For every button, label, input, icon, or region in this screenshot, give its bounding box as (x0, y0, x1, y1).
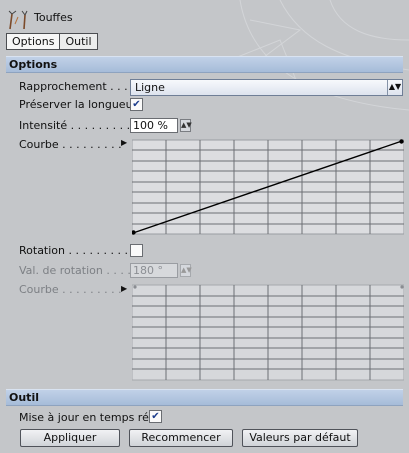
courbe-label: Courbe . . . . . . . . . (19, 138, 122, 151)
rapprochement-label: Rapprochement . . . . (19, 80, 135, 93)
courbe2-start-point (133, 285, 137, 289)
reset-button[interactable]: Recommencer (129, 429, 233, 447)
intensite-label: Intensité . . . . . . . . . . (19, 119, 138, 132)
rotation-label: Rotation . . . . . . . . . . (19, 244, 135, 257)
courbe2-graph[interactable] (132, 284, 404, 381)
tool-title: Touffes (34, 11, 73, 24)
preserver-checkbox[interactable]: ✔ (130, 98, 143, 111)
expand-triangle-icon[interactable]: ▶ (121, 284, 127, 294)
intensite-spinner[interactable]: ▲▼ (180, 119, 192, 132)
courbe-graph[interactable] (132, 139, 404, 235)
realtime-label: Mise à jour en temps réel (19, 411, 159, 424)
rapprochement-value: Ligne (135, 81, 165, 94)
intensite-input[interactable]: 100 % (130, 118, 178, 133)
val-rotation-input[interactable]: 180 ° (130, 263, 178, 278)
courbe2-label: Courbe . . . . . . . . . (19, 283, 122, 296)
checkmark-icon: ✔ (151, 411, 160, 422)
rotation-checkbox[interactable] (130, 244, 143, 257)
courbe-end-point[interactable] (399, 139, 404, 144)
val-rotation-label: Val. de rotation . . . . . (19, 264, 138, 277)
updown-arrows-icon: ▲▼ (387, 80, 402, 95)
hair-tufts-icon (8, 10, 28, 30)
apply-button[interactable]: Appliquer (20, 429, 120, 447)
options-section-header[interactable]: Options (6, 56, 403, 73)
defaults-button[interactable]: Valeurs par défaut (242, 429, 358, 447)
preserver-label: Préserver la longueur (19, 98, 138, 111)
outil-section-header[interactable]: Outil (6, 389, 403, 406)
courbe2-end-point (400, 285, 404, 289)
realtime-checkbox[interactable]: ✔ (149, 410, 162, 423)
spinner-arrows-icon: ▲▼ (181, 121, 192, 129)
tab-options[interactable]: Options (6, 33, 61, 50)
rapprochement-select[interactable]: Ligne ▲▼ (130, 79, 403, 96)
tab-bar: Options Outil (6, 33, 98, 50)
checkmark-icon: ✔ (132, 99, 141, 110)
tab-outil[interactable]: Outil (60, 33, 98, 50)
val-rotation-spinner[interactable]: ▲▼ (180, 264, 192, 277)
expand-triangle-icon[interactable]: ▶ (121, 138, 127, 148)
spinner-arrows-icon: ▲▼ (181, 266, 192, 274)
